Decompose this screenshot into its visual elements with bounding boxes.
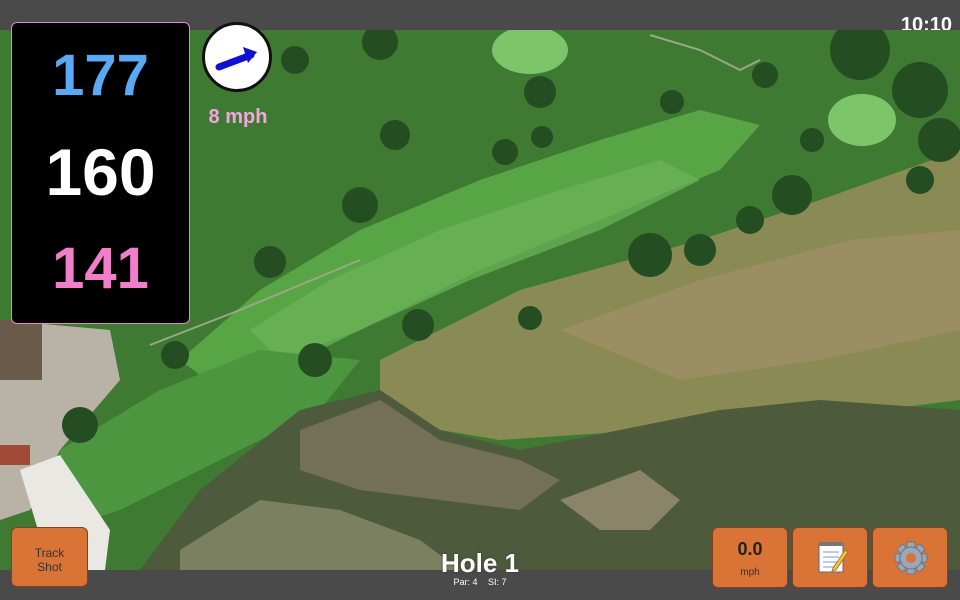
hole-info: Par: 4 SI: 7: [380, 577, 580, 587]
gear-icon: [894, 541, 928, 575]
wind-indicator: [202, 22, 272, 92]
wind-speed-label: 8 mph: [208, 106, 268, 128]
wind-direction-arrow-icon: [215, 47, 257, 71]
track-shot-button[interactable]: Track Shot: [11, 527, 88, 587]
notes-button[interactable]: [792, 527, 868, 588]
middle-yardage: 160: [45, 135, 156, 209]
front-yardage: 141: [52, 236, 149, 301]
speed-button[interactable]: 0.0 mph: [712, 527, 788, 588]
hole-title: Hole 1: [440, 548, 520, 578]
track-shot-label: Track Shot: [34, 546, 65, 574]
settings-button[interactable]: [872, 527, 948, 588]
speed-unit: mph: [740, 567, 760, 578]
hole-par: Par: 4: [453, 577, 478, 587]
hole-stroke-index: SI: 7: [488, 577, 507, 587]
yardage-panel: 177 160 141: [11, 22, 190, 324]
speed-value: 0.0: [737, 539, 763, 559]
notepad-icon: [818, 542, 849, 573]
back-yardage: 177: [52, 43, 149, 108]
